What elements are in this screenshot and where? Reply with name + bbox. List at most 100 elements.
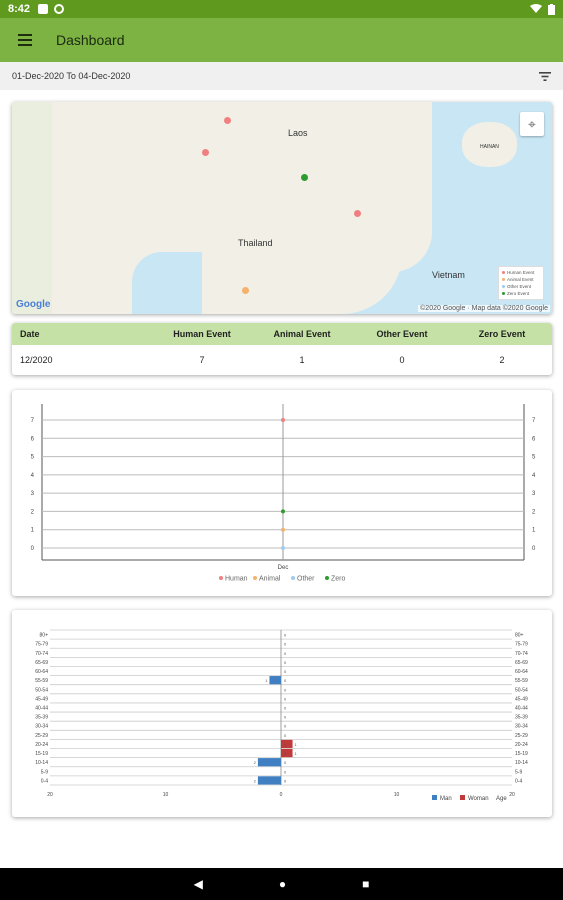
map-marker-human[interactable] (224, 117, 231, 124)
zero-value-label: 0 (284, 642, 287, 647)
y-tick-label-right: 4 (532, 473, 536, 479)
y-tick-label: 6 (31, 436, 35, 442)
status-time: 8:42 (8, 3, 31, 15)
age-label-right: 80+ (515, 633, 524, 639)
age-label-right: 60-64 (515, 669, 528, 675)
y-tick-label: 2 (31, 509, 35, 515)
age-label-right: 50-54 (515, 687, 528, 693)
data-point-human (281, 418, 285, 422)
map-marker-zero[interactable] (301, 174, 308, 181)
age-label: 80+ (40, 633, 49, 639)
age-label: 35-39 (35, 715, 48, 721)
cell-human: 7 (199, 355, 205, 365)
col-animal: Animal Event (273, 329, 331, 339)
recents-button[interactable]: ■ (362, 877, 369, 891)
age-label-right: 15-19 (515, 751, 528, 757)
age-label-right: 25-29 (515, 733, 528, 739)
age-label: 75-79 (35, 642, 48, 648)
bar-man (257, 758, 281, 767)
legend-animal: Animal Event (507, 277, 534, 282)
bar-value-label: 1 (295, 742, 298, 747)
my-location-button[interactable]: ⌖ (520, 112, 544, 136)
bar-value-label: 2 (254, 778, 257, 783)
bar-man (269, 676, 281, 685)
age-label-right: 35-39 (515, 715, 528, 721)
y-tick-label-right: 6 (532, 436, 536, 442)
battery-icon (548, 3, 555, 15)
bar-man (257, 776, 281, 785)
x-tick-label: 10 (394, 792, 400, 798)
back-button[interactable]: ◀ (194, 877, 203, 891)
sync-icon (54, 4, 65, 14)
map-marker-animal[interactable] (242, 287, 249, 294)
age-label: 55-59 (35, 678, 48, 684)
bar-woman (281, 748, 293, 758)
legend-label-other: Other (297, 576, 315, 583)
age-label-right: 40-44 (515, 706, 528, 712)
y-tick-label-right: 3 (532, 491, 536, 497)
age-label-right: 45-49 (515, 696, 528, 702)
zero-value-label: 0 (284, 724, 287, 729)
legend-human: Human Event (507, 270, 535, 275)
nav-bar: ◀ ● ■ (0, 868, 563, 900)
zero-value-label: 0 (284, 733, 287, 738)
age-label-right: 65-69 (515, 660, 528, 666)
data-point-other (281, 546, 285, 550)
age-label: 30-34 (35, 724, 48, 730)
legend-marker-animal (253, 576, 257, 580)
map-attribution: ©2020 Google · Map data ©2020 Google (418, 305, 550, 312)
legend-age-label: Age (496, 796, 507, 802)
zero-value-label: 0 (284, 678, 287, 683)
zero-value-label: 0 (284, 706, 287, 711)
legend-label-animal: Animal (259, 576, 281, 583)
date-filter-bar: 01-Dec-2020 To 04-Dec-2020 (0, 62, 563, 90)
zero-value-label: 0 (284, 660, 287, 665)
page-title: Dashboard (56, 32, 125, 48)
legend-zero: Zero Event (507, 291, 530, 296)
map-marker-human[interactable] (202, 149, 209, 156)
bar-value-label: 2 (254, 760, 257, 765)
filter-icon[interactable] (539, 71, 551, 81)
legend-label-woman: Woman (468, 796, 489, 802)
map-label-laos: Laos (288, 128, 308, 138)
age-label: 25-29 (35, 733, 48, 739)
table-row[interactable]: 12/2020 7 1 0 2 (12, 345, 552, 375)
legend-marker-woman (460, 795, 465, 800)
map-label-thailand: Thailand (238, 238, 273, 248)
cell-zero: 2 (499, 355, 505, 365)
wifi-icon (530, 4, 542, 13)
legend-marker-man (432, 795, 437, 800)
map-view[interactable]: Laos Thailand Vietnam HAINAN ⌖ Human Eve… (12, 102, 552, 314)
age-label: 45-49 (35, 696, 48, 702)
y-tick-label-right: 5 (532, 455, 536, 461)
age-label: 60-64 (35, 669, 48, 675)
age-label: 40-44 (35, 706, 48, 712)
age-label: 65-69 (35, 660, 48, 666)
data-point-zero (281, 509, 285, 514)
age-label-right: 0-4 (515, 778, 522, 784)
map-marker-human[interactable] (354, 210, 361, 217)
legend-marker-zero (325, 576, 329, 580)
age-label: 10-14 (35, 760, 48, 766)
x-tick-label: 20 (47, 792, 53, 798)
zero-value-label: 0 (284, 687, 287, 692)
home-button[interactable]: ● (279, 877, 286, 891)
age-label: 0-4 (41, 778, 48, 784)
menu-icon[interactable] (18, 34, 32, 46)
age-label: 15-19 (35, 751, 48, 757)
age-label: 5-9 (41, 769, 48, 775)
legend-marker-human (219, 576, 223, 580)
zero-value-label: 0 (284, 769, 287, 774)
y-tick-label: 4 (31, 473, 35, 479)
date-range-text: 01-Dec-2020 To 04-Dec-2020 (12, 71, 131, 81)
event-chart: 0 0 1 1 2 2 3 3 4 4 5 5 6 6 7 7 Dec Human Animal Other Zero (31, 404, 536, 583)
zero-value-label: 0 (284, 633, 287, 638)
event-chart-card: 0 0 1 1 2 2 3 3 4 4 5 5 6 6 7 7 Dec Human Animal Other Zero (12, 390, 552, 596)
zero-value-label: 0 (284, 715, 287, 720)
zero-value-label: 0 (284, 778, 287, 783)
y-tick-label: 5 (31, 455, 35, 461)
y-tick-label-right: 1 (532, 528, 536, 534)
google-logo: Google (16, 299, 51, 310)
data-point-animal (281, 527, 285, 532)
age-label-right: 30-34 (515, 724, 528, 730)
